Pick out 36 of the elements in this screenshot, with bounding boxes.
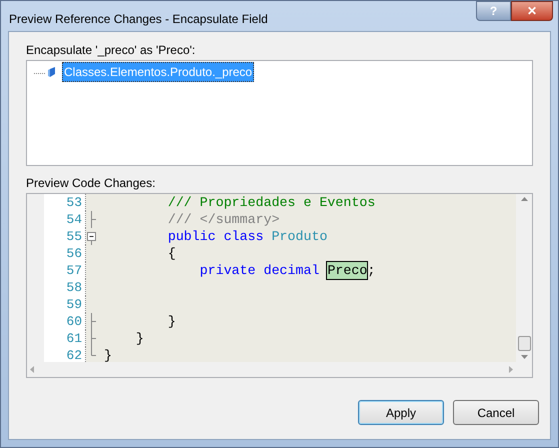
- code-text: /// </summary>: [166, 211, 280, 228]
- line-number: 54: [44, 211, 86, 228]
- close-button[interactable]: ✕: [511, 1, 553, 21]
- line-number: 53: [44, 194, 86, 211]
- code-text: public class: [166, 228, 264, 245]
- line-number: 60: [44, 313, 86, 330]
- scroll-up-icon[interactable]: [520, 197, 528, 201]
- line-number: 58: [44, 279, 86, 296]
- code-text: Produto: [270, 228, 328, 245]
- line-number: 56: [44, 245, 86, 262]
- tree-item[interactable]: Classes.Elementos.Produto._preco: [62, 62, 254, 82]
- scroll-down-icon[interactable]: [520, 355, 528, 359]
- line-number: 59: [44, 296, 86, 313]
- code-text: {: [166, 245, 176, 262]
- code-text: }: [134, 330, 144, 347]
- code-text: private decimal: [198, 262, 320, 279]
- code-text: ;: [367, 262, 376, 279]
- references-label: Encapsulate '_preco' as 'Preco':: [26, 43, 196, 57]
- code-text: }: [104, 347, 112, 362]
- scroll-right-icon[interactable]: [509, 366, 513, 373]
- scroll-thumb[interactable]: [518, 336, 530, 351]
- code-text: /// Propriedades e Eventos: [166, 194, 376, 211]
- help-button[interactable]: ?: [476, 1, 511, 21]
- line-number: 55: [44, 228, 86, 245]
- line-number: 62: [44, 347, 86, 362]
- line-number: 57: [44, 262, 86, 279]
- line-number: 61: [44, 330, 86, 347]
- code-preview-label: Preview Code Changes:: [26, 176, 156, 190]
- window-title: Preview Reference Changes - Encapsulate Field: [9, 11, 268, 28]
- dialog-button[interactable]: Cancel: [453, 400, 539, 425]
- scroll-left-icon[interactable]: [30, 366, 34, 373]
- field-icon: [34, 66, 58, 78]
- vertical-scrollbar[interactable]: [516, 194, 532, 362]
- code-text: }: [166, 313, 176, 330]
- changed-identifier: Preco: [327, 262, 368, 279]
- dialog-button[interactable]: Apply: [358, 400, 444, 425]
